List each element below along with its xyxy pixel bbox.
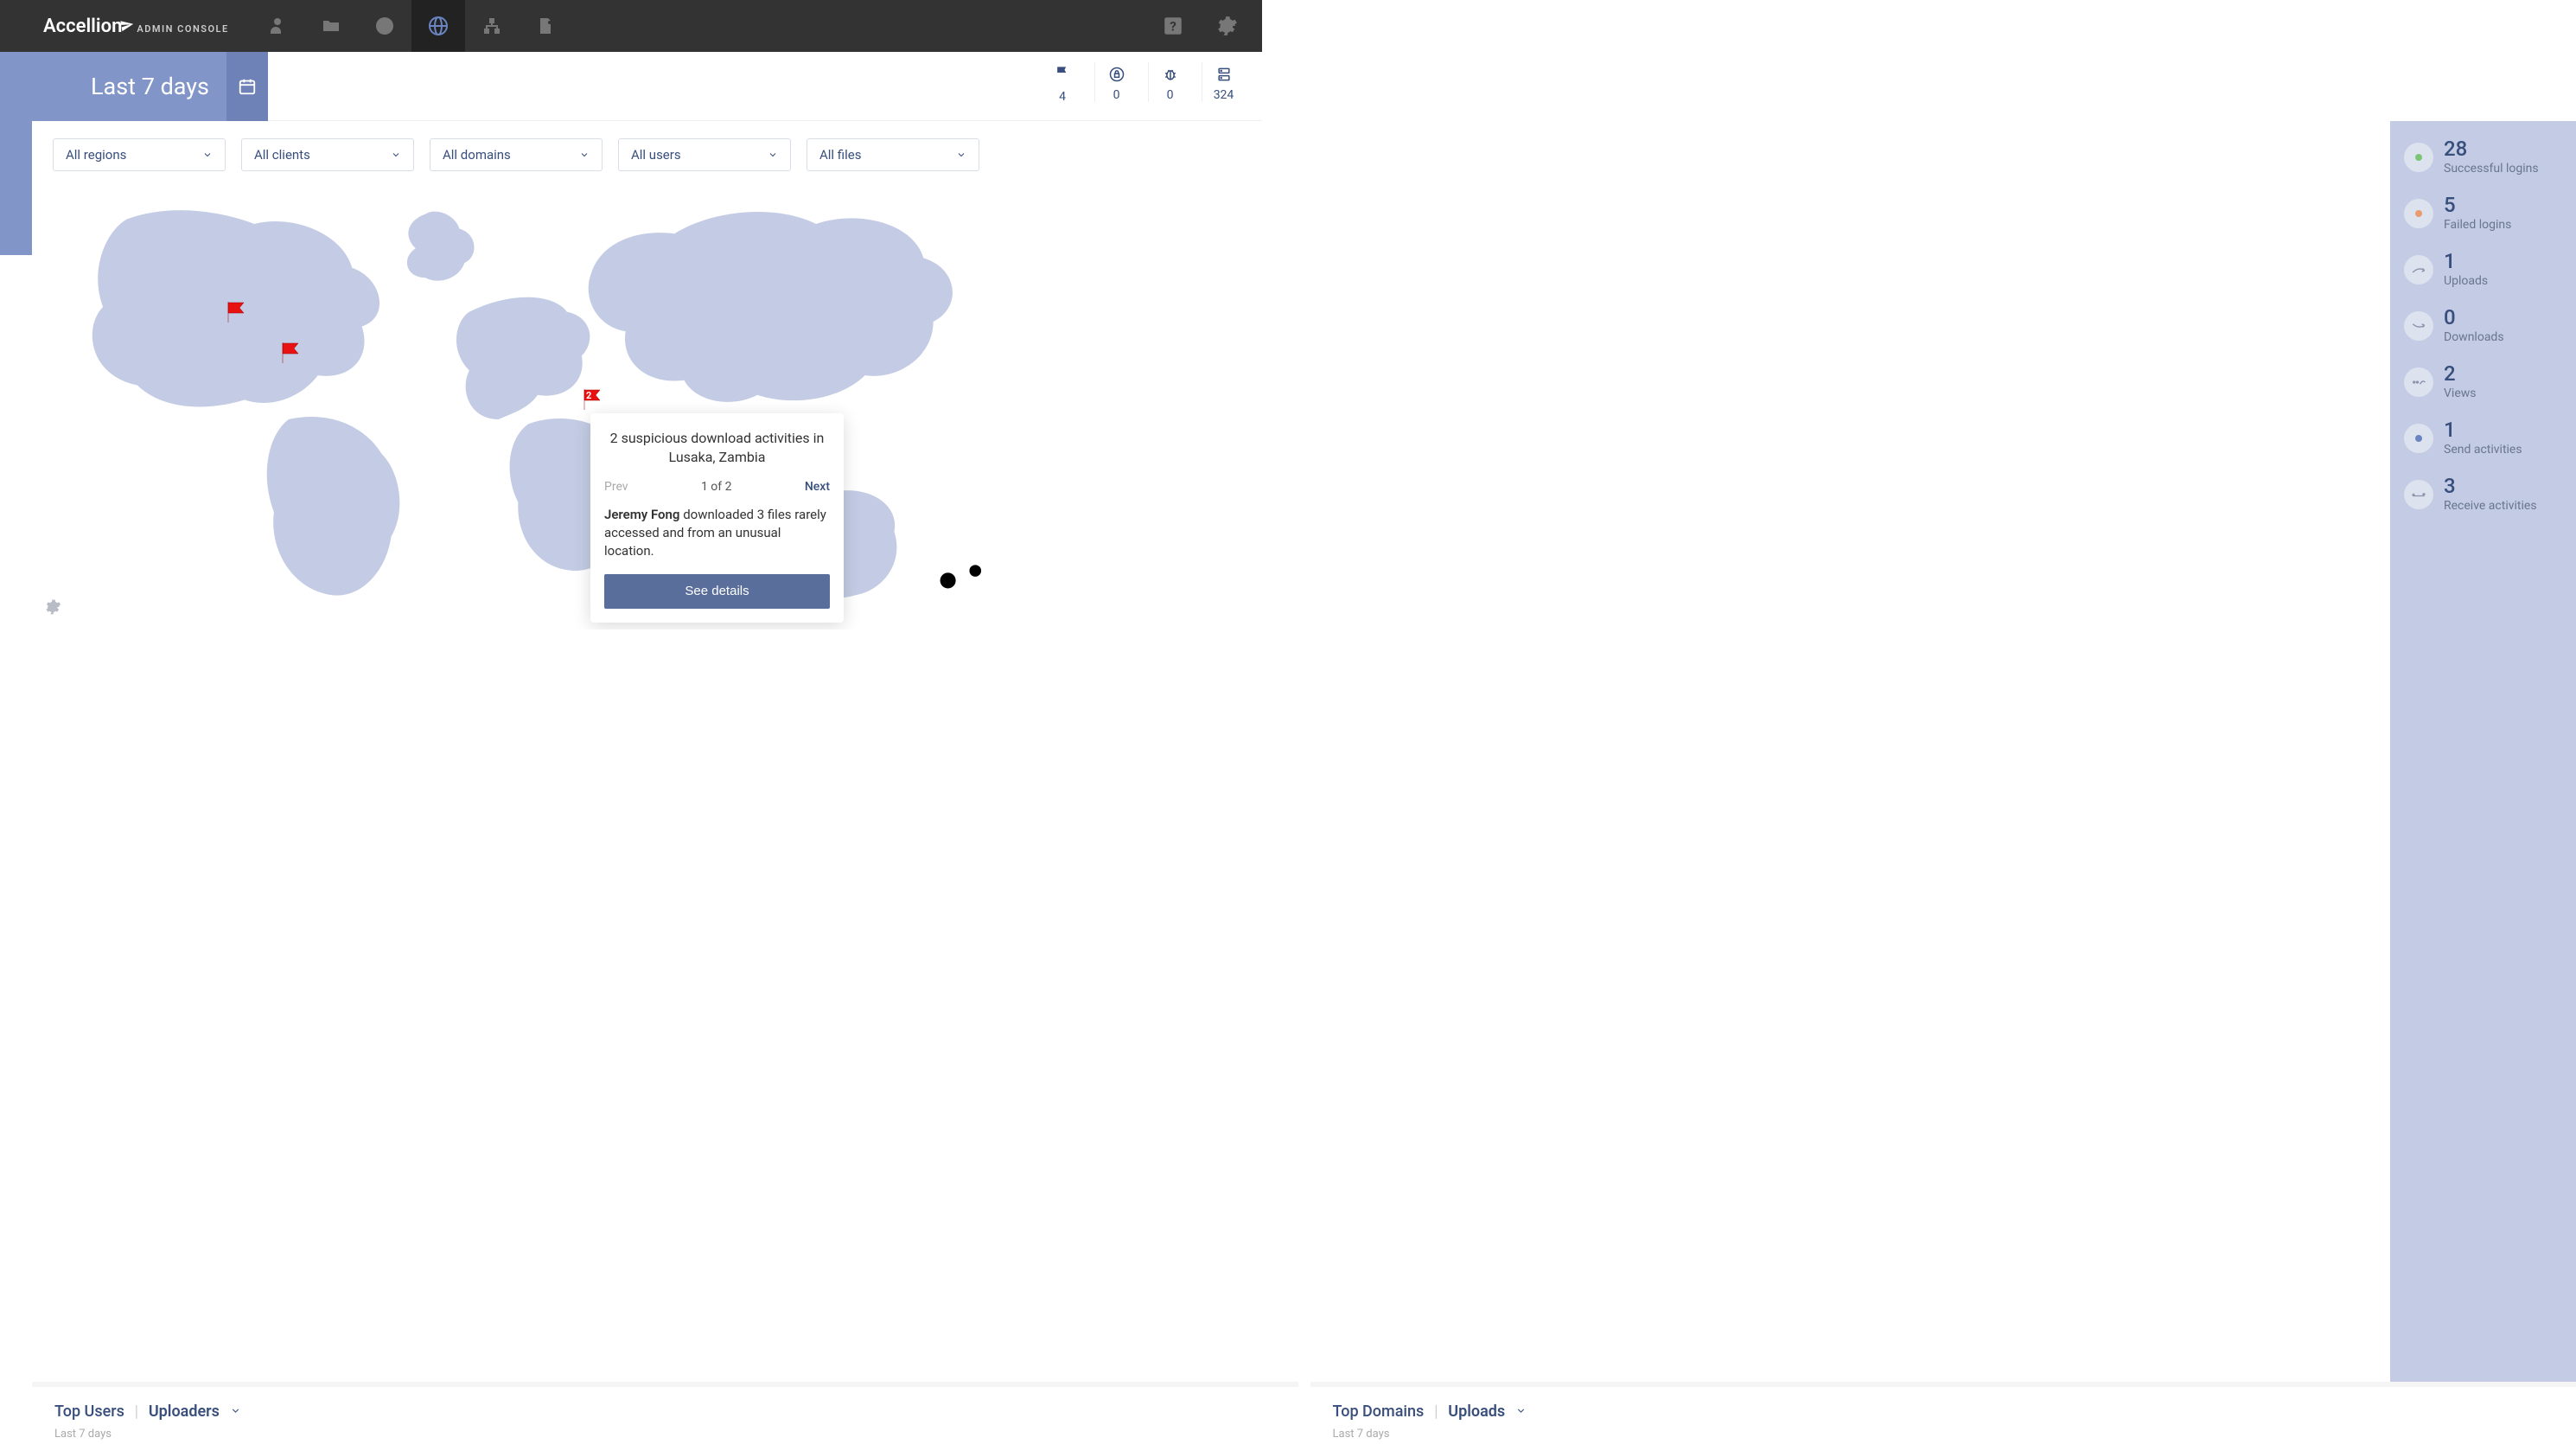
top-users-subtitle: Last 7 days [54, 1428, 1276, 1441]
top-domains-panel: Top Domains | Uploads Last 7 days [1310, 1382, 2576, 1444]
nav-icons [251, 0, 572, 52]
stat-views[interactable]: 2Views [2399, 358, 2567, 406]
nav-chart-icon[interactable] [358, 0, 411, 52]
stat-downloads[interactable]: 0Downloads [2399, 302, 2567, 349]
popup-prev[interactable]: Prev [604, 480, 628, 494]
filter-users[interactable]: All users [618, 138, 791, 171]
world-map-svg [49, 180, 1026, 629]
popup-count: 1 of 2 [701, 480, 732, 494]
subheader-right: 4 0 0 324 [268, 52, 1262, 121]
nav-right: ? [1146, 0, 1253, 52]
top-users-panel: Top Users | Uploaders Last 7 days [32, 1382, 1298, 1444]
filter-domains[interactable]: All domains [430, 138, 603, 171]
nav-globe-icon[interactable] [411, 0, 465, 52]
stat-send-activities[interactable]: 1Send activities [2399, 414, 2567, 462]
map-flag-count: 2 [586, 390, 591, 401]
bug-icon [1162, 66, 1179, 83]
status-disks[interactable]: 324 [1202, 62, 1245, 102]
nav-settings-icon[interactable] [1200, 0, 1253, 52]
chevron-down-icon [230, 1402, 241, 1421]
top-domains-header[interactable]: Top Domains | Uploads [1333, 1402, 2554, 1421]
bottom-panels: Top Users | Uploaders Last 7 days Top Do… [32, 1382, 2576, 1444]
map-flag[interactable]: 2 [581, 387, 605, 415]
brand-logo: Accellion ADMIN CONSOLE [0, 0, 251, 52]
popup-title: 2 suspicious download activities in Lusa… [604, 429, 830, 468]
chevron-down-icon [768, 150, 778, 160]
popup-user: Jeremy Fong [604, 507, 679, 522]
brand-subtitle: ADMIN CONSOLE [137, 23, 228, 35]
svg-text:?: ? [1170, 18, 1176, 34]
nav-doc-icon[interactable] [519, 0, 572, 52]
flag-icon [1054, 64, 1071, 85]
status-bugs[interactable]: 0 [1148, 62, 1191, 102]
top-domains-subtitle: Last 7 days [1333, 1428, 2554, 1441]
status-flags[interactable]: 4 [1041, 61, 1084, 104]
chevron-down-icon [579, 150, 590, 160]
subheader-left: Last 7 days [0, 52, 268, 121]
stat-uploads[interactable]: 1Uploads [2399, 246, 2567, 293]
receive-icon [2411, 489, 2426, 501]
views-icon [2411, 376, 2426, 388]
nav-help-icon[interactable]: ? [1146, 0, 1200, 52]
chevron-down-icon [391, 150, 401, 160]
calendar-icon [238, 77, 257, 96]
filter-clients[interactable]: All clients [241, 138, 414, 171]
filters-row: All regions All clients All domains All … [32, 121, 2390, 180]
top-navbar: Accellion ADMIN CONSOLE ? [0, 0, 1262, 52]
disk-icon [1215, 66, 1233, 83]
stat-receive-activities[interactable]: 3Receive activities [2399, 470, 2567, 518]
map-area[interactable]: 2 2 suspicious download activities in Lu… [32, 180, 2390, 629]
brand-name: Accellion [43, 16, 122, 37]
chevron-down-icon [1515, 1402, 1527, 1421]
gear-icon [44, 598, 61, 616]
map-settings-button[interactable] [44, 598, 61, 619]
brand-arrow-icon [119, 16, 136, 33]
stat-successful-logins[interactable]: 28Successful logins [2399, 133, 2567, 181]
map-flag[interactable] [279, 341, 303, 368]
filter-files[interactable]: All files [807, 138, 979, 171]
popup-detail: Jeremy Fong downloaded 3 files rarely ac… [604, 506, 830, 560]
filter-regions[interactable]: All regions [53, 138, 226, 171]
subheader: Last 7 days 4 0 0 324 [0, 52, 1262, 121]
see-details-button[interactable]: See details [604, 574, 830, 609]
map-panel: All regions All clients All domains All … [32, 121, 2390, 1444]
nav-users-icon[interactable] [251, 0, 304, 52]
map-popup: 2 suspicious download activities in Lusa… [590, 413, 844, 623]
main-content: All regions All clients All domains All … [32, 121, 2576, 1444]
stats-panel: 28Successful logins 5Failed logins 1Uplo… [2390, 121, 2576, 1444]
popup-nav: Prev 1 of 2 Next [604, 480, 830, 494]
chevron-down-icon [202, 150, 213, 160]
top-users-header[interactable]: Top Users | Uploaders [54, 1402, 1276, 1421]
nav-hierarchy-icon[interactable] [465, 0, 519, 52]
nav-folder-icon[interactable] [304, 0, 358, 52]
calendar-button[interactable] [226, 52, 268, 121]
download-arc-icon [2411, 320, 2426, 332]
status-bar: 4 0 0 324 [1041, 61, 1245, 104]
lock-icon [1108, 66, 1125, 83]
stat-failed-logins[interactable]: 5Failed logins [2399, 189, 2567, 237]
upload-arc-icon [2411, 264, 2426, 276]
popup-next[interactable]: Next [805, 480, 830, 494]
chevron-down-icon [956, 150, 966, 160]
map-flag[interactable] [225, 300, 249, 328]
status-locks[interactable]: 0 [1094, 62, 1138, 102]
